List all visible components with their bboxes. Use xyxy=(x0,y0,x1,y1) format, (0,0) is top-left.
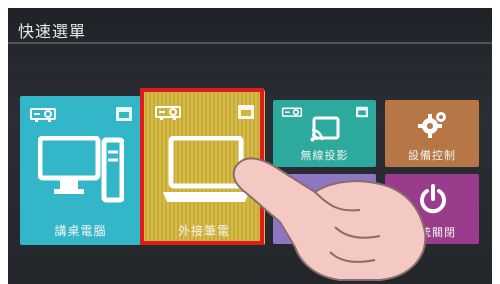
gear-icon xyxy=(418,112,446,138)
page-title: 快速選單 xyxy=(18,22,87,41)
purple-tile[interactable] xyxy=(273,174,376,244)
laptop-icon xyxy=(163,136,249,202)
projector-icon xyxy=(30,108,56,122)
wireless-projection-tile[interactable]: 無線投影 xyxy=(273,100,376,167)
system-shutdown-label: 系統關閉 xyxy=(408,226,456,239)
cast-icon xyxy=(310,116,340,142)
laptop-tile[interactable]: 外接筆電 xyxy=(143,90,265,245)
wireless-projection-label: 無線投影 xyxy=(300,149,349,162)
tv-screen: 快速選單 講桌電腦 外接筆電 無線投影 設備控制 系統關閉 xyxy=(8,8,492,284)
desktop-computer-icon xyxy=(38,136,124,203)
doc-icon xyxy=(238,105,254,119)
laptop-label: 外接筆電 xyxy=(177,224,230,238)
device-control-tile[interactable]: 設備控制 xyxy=(385,100,479,167)
doc-icon xyxy=(356,106,368,118)
projector-icon xyxy=(281,107,303,117)
device-control-label: 設備控制 xyxy=(408,149,456,162)
desktop-computer-label: 講桌電腦 xyxy=(54,224,107,238)
system-shutdown-tile[interactable]: 系統關閉 xyxy=(385,174,479,244)
desktop-computer-tile[interactable]: 講桌電腦 xyxy=(20,96,141,245)
projector-icon xyxy=(155,106,181,120)
header-divider xyxy=(8,42,492,44)
doc-icon xyxy=(116,107,132,121)
power-icon xyxy=(420,184,446,214)
